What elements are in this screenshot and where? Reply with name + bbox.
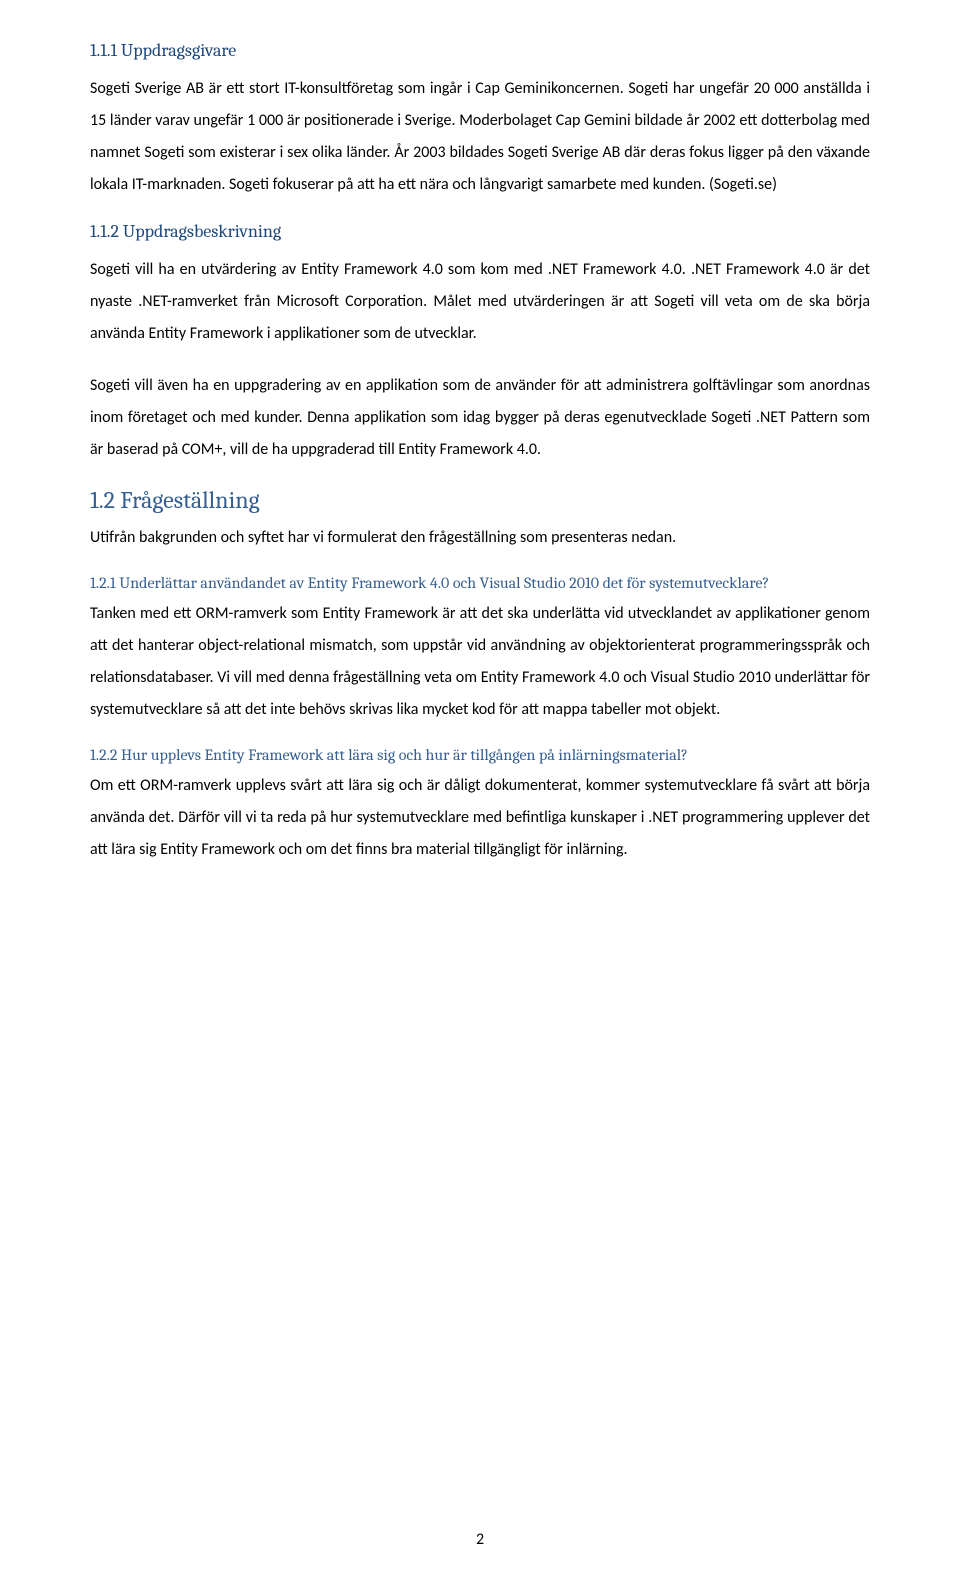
paragraph: Utifrån bakgrunden och syftet har vi for… bbox=[90, 522, 870, 554]
heading-1-2: 1.2 Frågeställning bbox=[90, 486, 870, 514]
page-number: 2 bbox=[0, 1530, 960, 1549]
paragraph: Tanken med ett ORM-ramverk som Entity Fr… bbox=[90, 598, 870, 726]
paragraph: Sogeti Sverige AB är ett stort IT-konsul… bbox=[90, 73, 870, 201]
heading-1-2-2: 1.2.2 Hur upplevs Entity Framework att l… bbox=[90, 746, 870, 764]
paragraph: Om ett ORM-ramverk upplevs svårt att lär… bbox=[90, 770, 870, 866]
paragraph: Sogeti vill även ha en uppgradering av e… bbox=[90, 370, 870, 466]
document-page: 1.1.1 Uppdragsgivare Sogeti Sverige AB ä… bbox=[0, 0, 960, 1569]
paragraph: Sogeti vill ha en utvärdering av Entity … bbox=[90, 254, 870, 350]
heading-1-2-1: 1.2.1 Underlättar användandet av Entity … bbox=[90, 574, 870, 592]
heading-1-1-2: 1.1.2 Uppdragsbeskrivning bbox=[90, 221, 870, 242]
heading-1-1-1: 1.1.1 Uppdragsgivare bbox=[90, 40, 870, 61]
